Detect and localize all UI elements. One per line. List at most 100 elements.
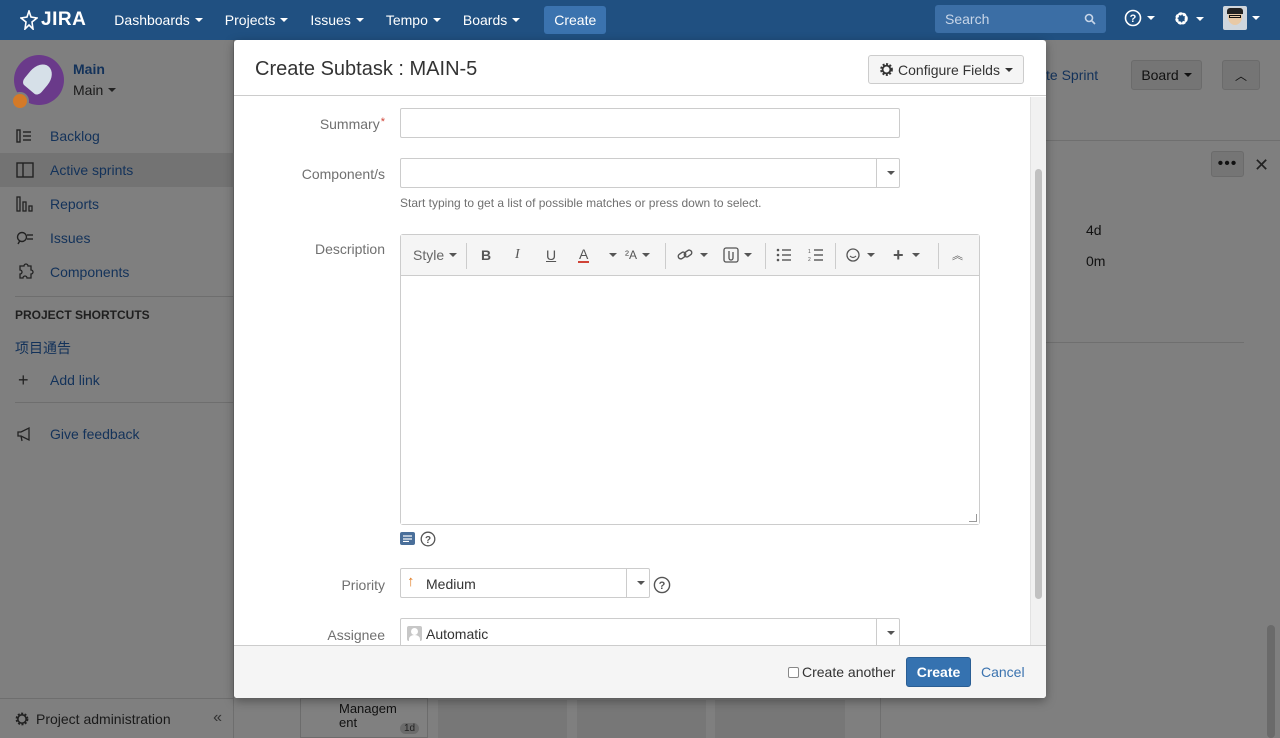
chevron-up-icon: ︿	[1234, 68, 1247, 83]
collapse-toolbar-button[interactable]: ︽	[952, 235, 963, 275]
gear-icon	[1175, 12, 1188, 25]
summary-label: Summary*	[320, 116, 385, 132]
priority-label: Priority	[341, 577, 385, 593]
chevron-down-icon	[636, 581, 645, 585]
components-hint: Start typing to get a list of possible m…	[400, 196, 762, 210]
collapse-sidebar-icon[interactable]: «	[213, 709, 222, 727]
priority-help-button[interactable]: ?	[653, 576, 671, 594]
attachment-icon	[723, 247, 739, 263]
svg-text:?: ?	[425, 535, 431, 546]
sidebar-item-active-sprints[interactable]: Active sprints	[0, 153, 234, 187]
link-icon	[677, 249, 693, 260]
project-admin-link[interactable]: Project administration «	[0, 698, 234, 738]
more-actions-button[interactable]: •••	[1211, 151, 1244, 177]
chevron-down-icon	[886, 631, 895, 635]
sidebar-item-label: Reports	[50, 196, 100, 212]
chevron-down-icon	[642, 253, 650, 257]
create-another-checkbox[interactable]	[788, 667, 799, 678]
toolbar-separator	[466, 243, 467, 269]
create-button[interactable]: Create	[906, 657, 971, 687]
logo-text: JIRA	[41, 9, 87, 30]
help-menu[interactable]: ?	[1124, 9, 1155, 27]
chevron-down-icon	[512, 18, 521, 22]
chevron-down-icon	[194, 18, 203, 22]
board-card[interactable]: Managem ent 1d	[300, 698, 428, 738]
nav-boards[interactable]: Boards	[463, 12, 521, 28]
bullet-list-button[interactable]	[776, 235, 792, 275]
chevron-down-icon	[886, 171, 895, 175]
user-avatar	[1223, 6, 1247, 30]
dialog-title: Create Subtask : MAIN-5	[255, 58, 478, 80]
required-indicator: *	[380, 116, 385, 128]
nav-label: Issues	[310, 12, 351, 28]
italic-button[interactable]: I	[515, 235, 520, 275]
backlog-icon	[0, 128, 50, 144]
text-color-dropdown[interactable]	[604, 235, 617, 275]
board-column	[577, 700, 706, 738]
board-dropdown-button[interactable]: Board	[1131, 60, 1202, 90]
dialog-scrollbar-thumb[interactable]	[1035, 169, 1042, 599]
dialog-scrollbar[interactable]	[1030, 97, 1046, 645]
page-scrollbar[interactable]	[1267, 625, 1275, 738]
underline-button[interactable]: U	[546, 235, 556, 275]
chevron-down-icon	[1183, 73, 1192, 77]
project-switcher[interactable]: Main	[73, 82, 117, 98]
configure-fields-button[interactable]: Configure Fields	[868, 55, 1024, 84]
sidebar-item-components[interactable]: Components	[0, 255, 234, 289]
sidebar-item-feedback[interactable]: Give feedback	[0, 417, 234, 451]
sidebar-item-issues[interactable]: Issues	[0, 221, 234, 255]
text-color-button[interactable]: A	[578, 235, 590, 275]
sidebar-item-reports[interactable]: Reports	[0, 187, 234, 221]
project-sidebar: Main Main Backlog Active sprints Reports…	[0, 40, 234, 738]
settings-menu[interactable]	[1172, 9, 1204, 28]
assignee-select[interactable]: Automatic	[400, 618, 900, 645]
assignee-dropdown-toggle[interactable]	[876, 619, 899, 645]
help-icon: ?	[420, 531, 436, 547]
summary-input[interactable]	[400, 108, 900, 138]
text-color-icon: A	[578, 246, 590, 263]
components-dropdown-toggle[interactable]	[876, 159, 899, 187]
shortcut-link[interactable]: 项目通告	[15, 338, 71, 358]
components-input[interactable]	[400, 158, 900, 188]
sidebar-item-label: Issues	[50, 230, 91, 246]
svg-text:?: ?	[1130, 13, 1137, 25]
bold-button[interactable]: B	[481, 235, 491, 275]
cancel-link[interactable]: Cancel	[981, 664, 1025, 680]
chevron-down-icon	[1196, 16, 1204, 21]
toolbar-separator	[665, 243, 666, 269]
bullet-list-icon	[776, 248, 791, 262]
close-panel-icon[interactable]: ✕	[1254, 155, 1269, 176]
search-input[interactable]: Search	[935, 5, 1106, 33]
chevron-down-icon	[108, 88, 117, 92]
description-textarea[interactable]	[401, 276, 979, 524]
style-dropdown[interactable]: Style	[413, 235, 458, 275]
jira-logo-icon	[20, 10, 38, 30]
user-menu[interactable]	[1223, 6, 1260, 30]
priority-select[interactable]: ↑ Medium	[400, 568, 650, 598]
nav-dashboards[interactable]: Dashboards	[114, 12, 203, 28]
link-button[interactable]	[677, 235, 708, 275]
nav-tempo[interactable]: Tempo	[386, 12, 441, 28]
priority-dropdown-toggle[interactable]	[626, 569, 649, 597]
resize-handle[interactable]	[969, 514, 977, 522]
text-mode-toggle[interactable]	[400, 532, 415, 545]
collapse-header-button[interactable]: ︿	[1222, 60, 1260, 90]
description-editor: Style B I U A ²A 1 2 + ︽	[400, 234, 980, 525]
chevron-down-icon	[1147, 16, 1155, 20]
sidebar-item-backlog[interactable]: Backlog	[0, 119, 234, 153]
complete-sprint-link[interactable]: te Sprint	[1046, 67, 1098, 83]
attachment-button[interactable]	[723, 235, 752, 275]
nav-projects[interactable]: Projects	[225, 12, 289, 28]
formatting-help-button[interactable]: ?	[420, 531, 436, 547]
add-link[interactable]: Add link	[50, 372, 100, 388]
jira-logo[interactable]: JIRA	[20, 9, 86, 31]
toolbar-separator	[835, 243, 836, 269]
emoticon-button[interactable]	[846, 235, 875, 275]
create-another-label[interactable]: Create another	[802, 664, 895, 680]
nav-create-button[interactable]: Create	[544, 6, 607, 34]
project-title[interactable]: Main	[73, 61, 116, 77]
numbered-list-button[interactable]: 12	[808, 235, 824, 275]
insert-more-button[interactable]: +	[893, 235, 920, 275]
nav-issues[interactable]: Issues	[310, 12, 364, 28]
text-effects-button[interactable]: ²A	[625, 235, 650, 275]
